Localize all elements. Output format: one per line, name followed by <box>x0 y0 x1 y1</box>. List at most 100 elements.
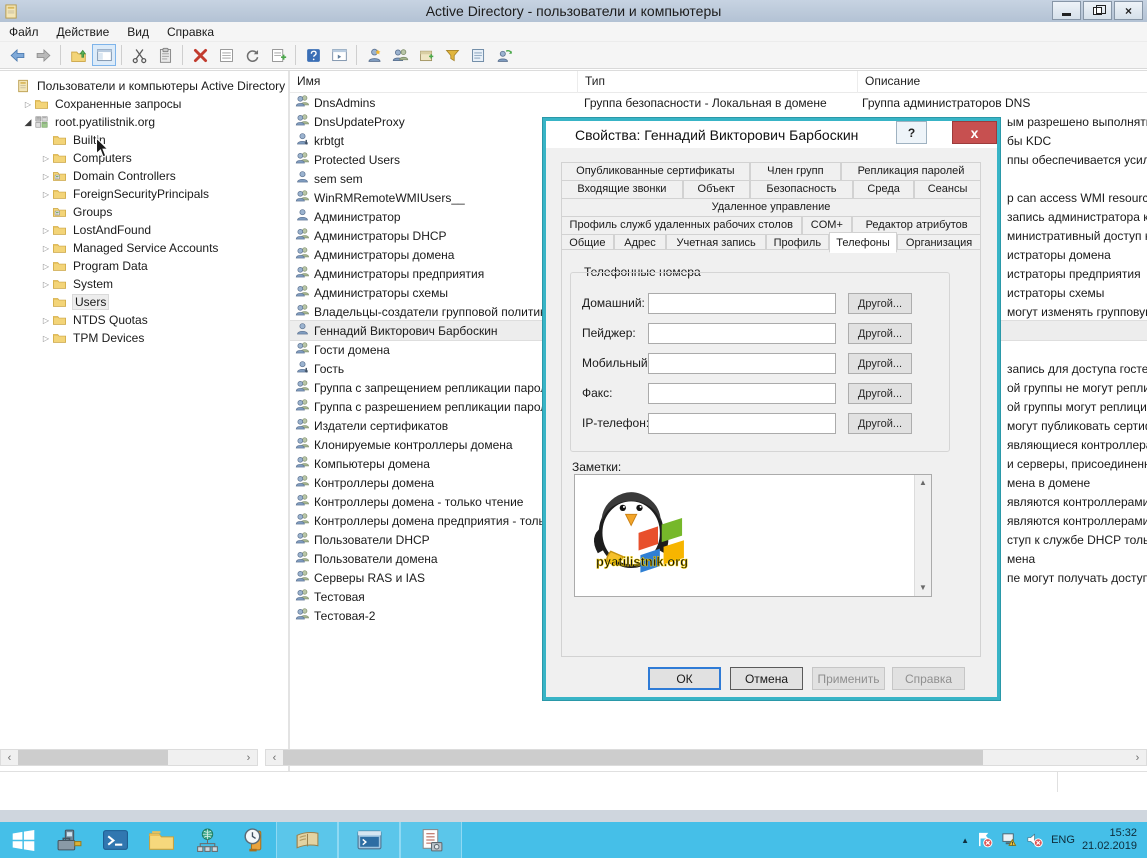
other-button[interactable]: Другой... <box>848 293 912 314</box>
sidebar-item-computers[interactable]: ▷Computers <box>0 149 288 167</box>
view-menu-icon[interactable] <box>327 44 351 66</box>
notes-textarea[interactable]: pyatilistnik.org ▲ ▼ <box>574 474 932 597</box>
ip-телефон-input[interactable] <box>648 413 836 434</box>
tab-репликация-паролей[interactable]: Репликация паролей <box>841 162 981 181</box>
cancel-button[interactable]: Отмена <box>730 667 803 690</box>
expand-icon[interactable]: ▷ <box>40 190 52 199</box>
scroll-right-icon[interactable]: › <box>1129 750 1146 765</box>
sidebar-item-managed-service-accounts[interactable]: ▷Managed Service Accounts <box>0 239 288 257</box>
tray-clock[interactable]: 15:32 21.02.2019 <box>1082 827 1137 853</box>
dialog-help-button[interactable]: ? <box>896 121 927 144</box>
tab-входящие-звонки[interactable]: Входящие звонки <box>561 180 683 199</box>
expand-icon[interactable]: ▷ <box>40 280 52 289</box>
scroll-up-icon[interactable]: ▲ <box>915 475 931 491</box>
list-hscrollbar[interactable]: ‹ › <box>265 749 1147 766</box>
other-button[interactable]: Другой... <box>848 413 912 434</box>
sidebar-item-root-pyatilistnik-org[interactable]: ◢root.pyatilistnik.org <box>0 113 288 131</box>
sidebar-item-users[interactable]: Users <box>0 293 288 311</box>
expand-icon[interactable]: ▷ <box>40 226 52 235</box>
new-ou-icon[interactable] <box>414 44 438 66</box>
refresh-users-icon[interactable] <box>492 44 516 66</box>
table-row[interactable]: DnsAdminsГруппа безопасности - Локальная… <box>290 93 1147 112</box>
minimize-button[interactable] <box>1052 1 1081 20</box>
language-indicator[interactable]: ENG <box>1051 834 1075 846</box>
network-status-icon[interactable] <box>1001 831 1019 849</box>
console-tree-icon[interactable] <box>92 44 116 66</box>
cut-icon[interactable] <box>127 44 151 66</box>
other-button[interactable]: Другой... <box>848 323 912 344</box>
мобильный-input[interactable] <box>648 353 836 374</box>
forward-icon[interactable] <box>31 44 55 66</box>
scroll-down-icon[interactable]: ▼ <box>915 580 931 596</box>
expand-icon[interactable]: ▷ <box>40 244 52 253</box>
delete-icon[interactable] <box>188 44 212 66</box>
action-center-flag-icon[interactable] <box>976 831 994 849</box>
tab-опубликованные-сертификаты[interactable]: Опубликованные сертификаты <box>561 162 750 181</box>
scroll-left-icon[interactable]: ‹ <box>1 750 18 765</box>
close-button[interactable]: × <box>1114 1 1143 20</box>
notes-vscrollbar[interactable]: ▲ ▼ <box>914 475 931 596</box>
tab-сеансы[interactable]: Сеансы <box>914 180 981 199</box>
sidebar-item--active-directory-[interactable]: Пользователи и компьютеры Active Directo… <box>0 77 288 95</box>
column-header-type[interactable]: Тип <box>578 71 858 93</box>
ad-sites-icon[interactable] <box>184 822 230 858</box>
explorer-icon[interactable] <box>138 822 184 858</box>
пейджер-input[interactable] <box>648 323 836 344</box>
help-icon[interactable] <box>301 44 325 66</box>
book-app-icon[interactable] <box>276 822 338 858</box>
column-header-description[interactable]: Описание <box>858 71 1147 93</box>
help-button[interactable]: Справка <box>892 667 965 690</box>
expand-icon[interactable]: ▷ <box>40 154 52 163</box>
new-group-icon[interactable] <box>388 44 412 66</box>
expand-icon[interactable]: ▷ <box>40 172 52 181</box>
dialog-titlebar[interactable]: Свойства: Геннадий Викторович Барбоскин <box>546 121 997 148</box>
apply-button[interactable]: Применить <box>812 667 885 690</box>
paste-icon[interactable] <box>153 44 177 66</box>
sidebar-item-builtin[interactable]: Builtin <box>0 131 288 149</box>
sidebar-item-lostandfound[interactable]: ▷LostAndFound <box>0 221 288 239</box>
expand-icon[interactable]: ▷ <box>40 316 52 325</box>
sidebar-item-foreignsecurityprincipals[interactable]: ▷ForeignSecurityPrincipals <box>0 185 288 203</box>
policy-icon[interactable] <box>466 44 490 66</box>
tray-expand-icon[interactable]: ▲ <box>961 836 969 845</box>
menu-item-Действие[interactable]: Действие <box>48 23 119 41</box>
up-level-icon[interactable] <box>66 44 90 66</box>
tab-безопасность[interactable]: Безопасность <box>750 180 854 199</box>
collapse-icon[interactable]: ◢ <box>22 117 34 128</box>
tab-профиль-служб-удаленных-рабочих-столов[interactable]: Профиль служб удаленных рабочих столов <box>561 216 802 235</box>
sidebar-item-tpm-devices[interactable]: ▷TPM Devices <box>0 329 288 347</box>
sidebar-item-domain-controllers[interactable]: ▷Domain Controllers <box>0 167 288 185</box>
expand-icon[interactable]: ▷ <box>22 100 34 109</box>
filter-icon[interactable] <box>440 44 464 66</box>
sidebar-item-system[interactable]: ▷System <box>0 275 288 293</box>
факс-input[interactable] <box>648 383 836 404</box>
window-titlebar[interactable]: Active Directory - пользователи и компью… <box>0 0 1147 22</box>
tree-hscroll-thumb[interactable] <box>18 750 168 765</box>
other-button[interactable]: Другой... <box>848 353 912 374</box>
column-header-name[interactable]: Имя <box>290 71 578 93</box>
other-button[interactable]: Другой... <box>848 383 912 404</box>
restore-button[interactable] <box>1083 1 1112 20</box>
ok-button[interactable]: ОК <box>648 667 721 690</box>
refresh-icon[interactable] <box>240 44 264 66</box>
tab-удаленное-управление[interactable]: Удаленное управление <box>561 198 981 217</box>
tab-член-групп[interactable]: Член групп <box>750 162 841 181</box>
sidebar-item-ntds-quotas[interactable]: ▷NTDS Quotas <box>0 311 288 329</box>
ps-window-icon[interactable] <box>338 822 400 858</box>
menu-item-Вид[interactable]: Вид <box>118 23 158 41</box>
menu-item-Справка[interactable]: Справка <box>158 23 223 41</box>
start-button[interactable] <box>0 822 46 858</box>
powershell-icon[interactable] <box>92 822 138 858</box>
scroll-right-icon[interactable]: › <box>240 750 257 765</box>
домашний-input[interactable] <box>648 293 836 314</box>
list-hscroll-thumb[interactable] <box>283 750 983 765</box>
save-list-icon[interactable] <box>266 44 290 66</box>
clock-app-icon[interactable] <box>230 822 276 858</box>
server-manager-icon[interactable] <box>46 822 92 858</box>
doc-app-icon[interactable] <box>400 822 462 858</box>
tab-среда[interactable]: Среда <box>853 180 914 199</box>
menu-item-Файл[interactable]: Файл <box>0 23 48 41</box>
back-icon[interactable] <box>5 44 29 66</box>
export-list-icon[interactable] <box>214 44 238 66</box>
tree-hscrollbar[interactable]: ‹ › <box>0 749 258 766</box>
